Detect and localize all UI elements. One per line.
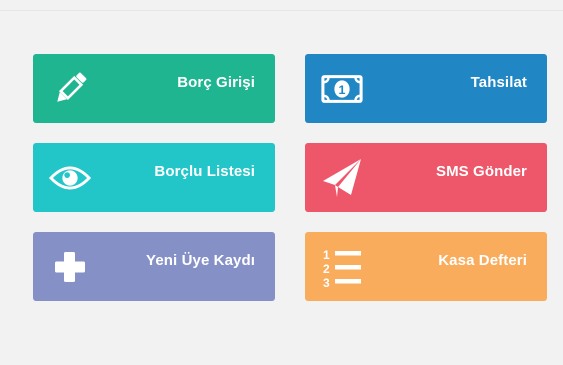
tile-label: SMS Gönder <box>435 163 527 180</box>
yeni-uye-kaydi-button[interactable]: Yeni Üye Kaydı <box>33 232 275 301</box>
eye-icon <box>49 157 91 199</box>
svg-text:3: 3 <box>323 276 330 288</box>
money-bill-icon: 1 <box>321 68 363 110</box>
kasa-defteri-button[interactable]: 1 2 3 Kasa Defteri <box>305 232 547 301</box>
sms-gonder-button[interactable]: SMS Gönder <box>305 143 547 212</box>
svg-text:2: 2 <box>323 262 330 276</box>
borc-girisi-button[interactable]: Borç Girişi <box>33 54 275 123</box>
tahsilat-button[interactable]: 1 Tahsilat <box>305 54 547 123</box>
tile-label: Kasa Defteri <box>438 252 527 269</box>
top-divider <box>0 10 563 11</box>
plus-icon <box>49 246 91 288</box>
tile-label: Borç Girişi <box>177 74 255 91</box>
numbered-list-icon: 1 2 3 <box>321 246 363 288</box>
svg-text:1: 1 <box>339 83 346 97</box>
tile-label: Tahsilat <box>470 74 527 91</box>
paper-plane-icon <box>321 157 363 199</box>
borclu-listesi-button[interactable]: Borçlu Listesi <box>33 143 275 212</box>
svg-text:1: 1 <box>323 248 330 262</box>
tile-label: Borçlu Listesi <box>154 163 255 180</box>
tile-label: Yeni Üye Kaydı <box>146 252 255 269</box>
pencil-icon <box>49 68 91 110</box>
